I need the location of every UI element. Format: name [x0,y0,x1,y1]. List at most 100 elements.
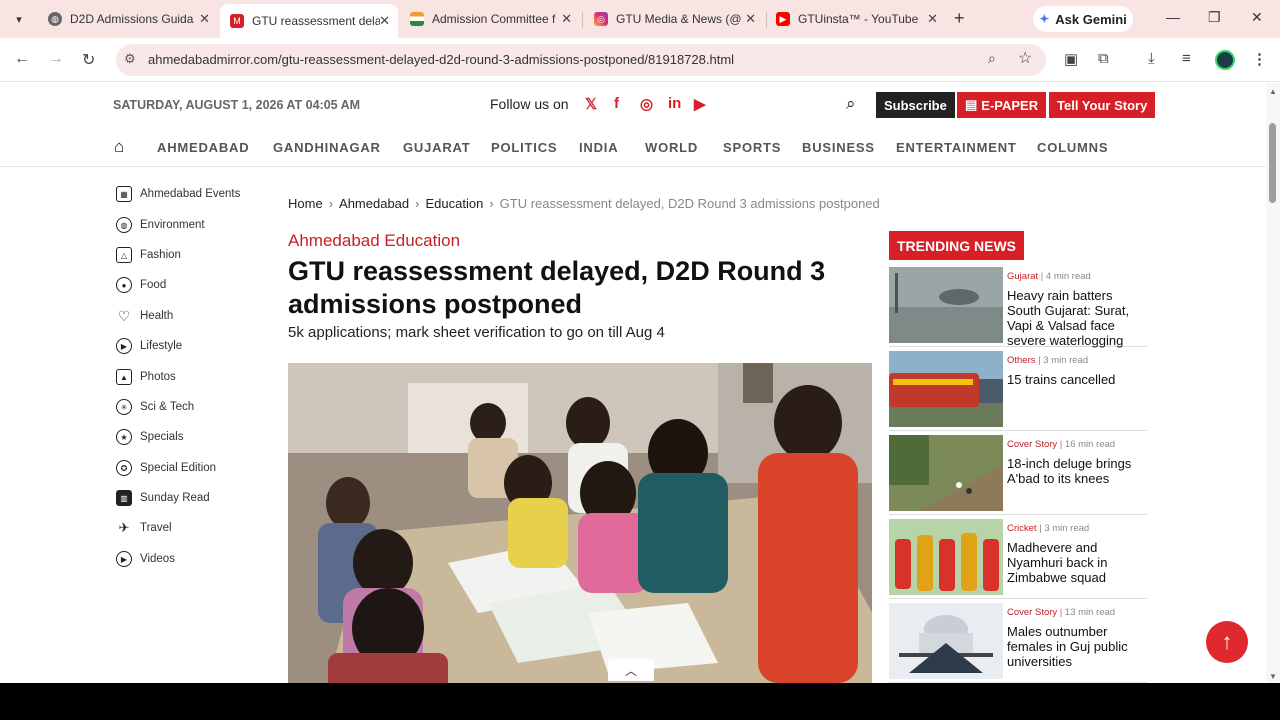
nav-world[interactable]: WORLD [645,140,698,155]
trending-item[interactable]: Cover Story | 13 min read Males outnumbe… [889,603,1147,683]
trending-title[interactable]: 18-inch deluge brings A'bad to its knees [1007,456,1147,486]
tab-d2d-admissions[interactable]: ◍ D2D Admissions Guida ✕ [38,6,218,32]
sidebar-item-label: Food [140,279,167,291]
trending-category[interactable]: Others [1007,355,1036,366]
tab-gtuinsta-youtube[interactable]: ▶ GTUinsta™ - YouTube ✕ [766,6,946,32]
trending-thumbnail[interactable] [889,435,1003,511]
trending-title[interactable]: Males outnumber females in Guj public un… [1007,624,1147,669]
nav-gujarat[interactable]: GUJARAT [403,140,470,155]
sidebar-item-environment[interactable]: ◍ Environment [116,217,205,233]
calendar-icon: ▦ [116,186,132,202]
scroll-to-top-button[interactable]: ↑ [1206,621,1248,663]
trending-thumbnail[interactable] [889,351,1003,427]
trending-item[interactable]: Others | 3 min read 15 trains cancelled [889,351,1147,431]
close-icon[interactable]: ✕ [379,13,390,29]
back-arrow-icon[interactable]: ← [14,50,30,68]
reload-icon[interactable]: ↻ [82,50,95,70]
trending-title[interactable]: Heavy rain batters South Gujarat: Surat,… [1007,288,1147,348]
chevron-up-icon[interactable]: ︿ [608,659,654,681]
x-icon[interactable]: 𝕏 [585,95,597,113]
close-icon[interactable]: ✕ [199,11,210,27]
address-bar[interactable]: ⚙ ahmedabadmirror.com/gtu-reassessment-d… [116,44,1046,76]
youtube-icon[interactable]: ▶ [694,95,706,113]
trending-title[interactable]: Madhevere and Nyamhuri back in Zimbabwe … [1007,540,1147,585]
trending-category[interactable]: Gujarat [1007,271,1038,282]
window-close-icon[interactable]: ✕ [1251,9,1263,26]
facebook-icon[interactable]: f [614,95,619,112]
trending-category[interactable]: Cover Story [1007,439,1057,450]
trending-thumbnail[interactable] [889,267,1003,343]
trending-category[interactable]: Cricket [1007,523,1037,534]
nav-ahmedabad[interactable]: AHMEDABAD [157,140,249,155]
sidebar-item-food[interactable]: ● Food [116,277,166,293]
sidebar-item-videos[interactable]: ▶ Videos [116,551,175,567]
nav-entertainment[interactable]: ENTERTAINMENT [896,140,1017,155]
sidebar-item-lifestyle[interactable]: ▶ Lifestyle [116,338,182,354]
trending-title[interactable]: 15 trains cancelled [1007,372,1147,387]
subscribe-button[interactable]: Subscribe [876,92,955,118]
nav-business[interactable]: BUSINESS [802,140,875,155]
nav-sports[interactable]: SPORTS [723,140,781,155]
tab-gtu-reassessment[interactable]: M GTU reassessment dela ✕ [220,4,398,38]
sidebar-item-ahmedabad-events[interactable]: ▦ Ahmedabad Events [116,186,240,202]
extensions-puzzle-icon[interactable]: ⧉ [1098,50,1109,67]
site-settings-icon[interactable]: ⚙ [124,51,136,67]
close-icon[interactable]: ✕ [561,11,572,27]
trending-thumbnail[interactable] [889,519,1003,595]
scroll-up-arrow-icon[interactable]: ▲ [1269,87,1277,96]
trending-meta: Cover Story | 13 min read [1007,607,1116,618]
sidebar-item-health[interactable]: ♡ Health [116,308,174,324]
close-icon[interactable]: ✕ [927,11,938,27]
hanger-icon: △ [116,247,132,263]
sidebar-item-label: Specials [140,431,184,443]
scrollbar-thumb[interactable] [1269,123,1276,203]
sidebar-item-travel[interactable]: ✈ Travel [116,520,172,536]
profile-avatar[interactable] [1215,50,1235,70]
sidebar-item-specials[interactable]: ★ Specials [116,429,183,445]
bookmark-star-icon[interactable]: ☆ [1018,48,1032,68]
globe-icon: ◍ [116,217,132,233]
nav-gandhinagar[interactable]: GANDHINAGAR [273,140,381,155]
tab-admission-committee[interactable]: Admission Committee f ✕ [400,6,580,32]
minimize-icon[interactable]: — [1166,9,1180,25]
tell-your-story-button[interactable]: Tell Your Story [1049,92,1156,118]
article-section-label[interactable]: Ahmedabad Education [288,231,460,251]
breadcrumb-category[interactable]: Education [426,196,484,211]
sidebar-item-sci-tech[interactable]: ✳ Sci & Tech [116,399,194,415]
trending-item[interactable]: Cover Story | 16 min read 18-inch deluge… [889,435,1147,515]
close-icon[interactable]: ✕ [745,11,756,27]
new-tab-plus-icon[interactable]: + [954,8,965,29]
nav-columns[interactable]: COLUMNS [1037,140,1108,155]
zoom-icon[interactable]: ⌕ [988,50,996,67]
media-controls-icon[interactable]: ≡ [1182,50,1191,67]
search-icon[interactable]: ⌕ [846,94,856,114]
instagram-icon[interactable]: ◎ [640,95,653,113]
tab-gtu-media-news[interactable]: ◎ GTU Media & News (@ ✕ [584,6,764,32]
restore-icon[interactable]: ❐ [1208,9,1221,26]
scroll-down-arrow-icon[interactable]: ▼ [1269,672,1277,681]
nav-politics[interactable]: POLITICS [491,140,557,155]
url-text[interactable]: ahmedabadmirror.com/gtu-reassessment-del… [148,52,734,67]
breadcrumb-city[interactable]: Ahmedabad [339,196,409,211]
linkedin-icon[interactable]: in [668,95,681,112]
nav-india[interactable]: INDIA [579,140,618,155]
epaper-button[interactable]: ▤ E-PAPER [957,92,1047,118]
ahmedabad-mirror-favicon-icon: M [230,14,244,28]
download-icon[interactable]: ⤓ [1148,50,1155,67]
page-scrollbar[interactable]: ▲ ▼ [1266,83,1280,683]
trending-item[interactable]: Gujarat | 4 min read Heavy rain batters … [889,267,1147,348]
extension-badge-icon[interactable]: ▣ [1064,50,1078,68]
forward-arrow-icon[interactable]: → [48,50,64,68]
sidebar-item-photos[interactable]: ▲ Photos [116,369,176,385]
sidebar-item-fashion[interactable]: △ Fashion [116,247,181,263]
more-menu-icon[interactable]: ⋮ [1252,50,1267,68]
trending-category[interactable]: Cover Story [1007,607,1057,618]
tab-search-chevron-icon[interactable]: ▾ [8,8,30,30]
sidebar-item-special-edition[interactable]: ✪ Special Edition [116,460,216,476]
trending-item[interactable]: Cricket | 3 min read Madhevere and Nyamh… [889,519,1147,599]
ask-gemini-button[interactable]: ✦ Ask Gemini [1033,6,1133,32]
breadcrumb-home[interactable]: Home [288,196,323,211]
home-icon[interactable]: ⌂ [114,137,124,157]
trending-thumbnail[interactable] [889,603,1003,679]
sidebar-item-sunday-read[interactable]: ▥ Sunday Read [116,490,210,506]
